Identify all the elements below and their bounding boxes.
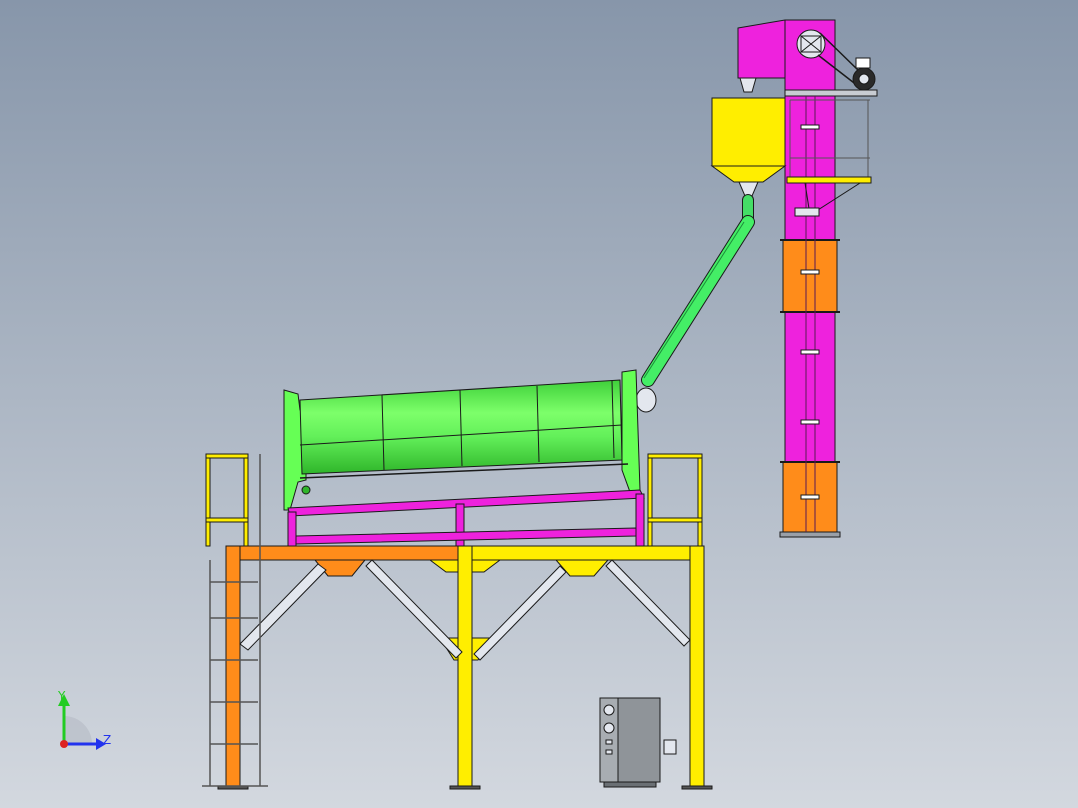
cad-drawing: Y Z (0, 0, 1078, 808)
axis-y-label: Y (57, 689, 66, 703)
hopper-body (711, 97, 786, 167)
elevator-casing-mid (784, 311, 836, 463)
head-platform (784, 89, 878, 97)
service-platform (786, 176, 872, 184)
cabinet-knob-icon (603, 704, 615, 716)
cad-viewport[interactable]: Y Z (0, 0, 1078, 808)
elevator-boot (779, 531, 841, 538)
elevator-casing-upper (784, 95, 836, 241)
elevator-section-orange-1 (782, 239, 838, 313)
axis-z-label: Z (103, 733, 111, 747)
platform-leg-right (689, 545, 705, 787)
platform-beam-yellow (457, 545, 705, 561)
platform-leg-center (457, 545, 473, 787)
chute-inlet-elbow (635, 387, 657, 413)
platform-beam-orange (225, 545, 459, 561)
